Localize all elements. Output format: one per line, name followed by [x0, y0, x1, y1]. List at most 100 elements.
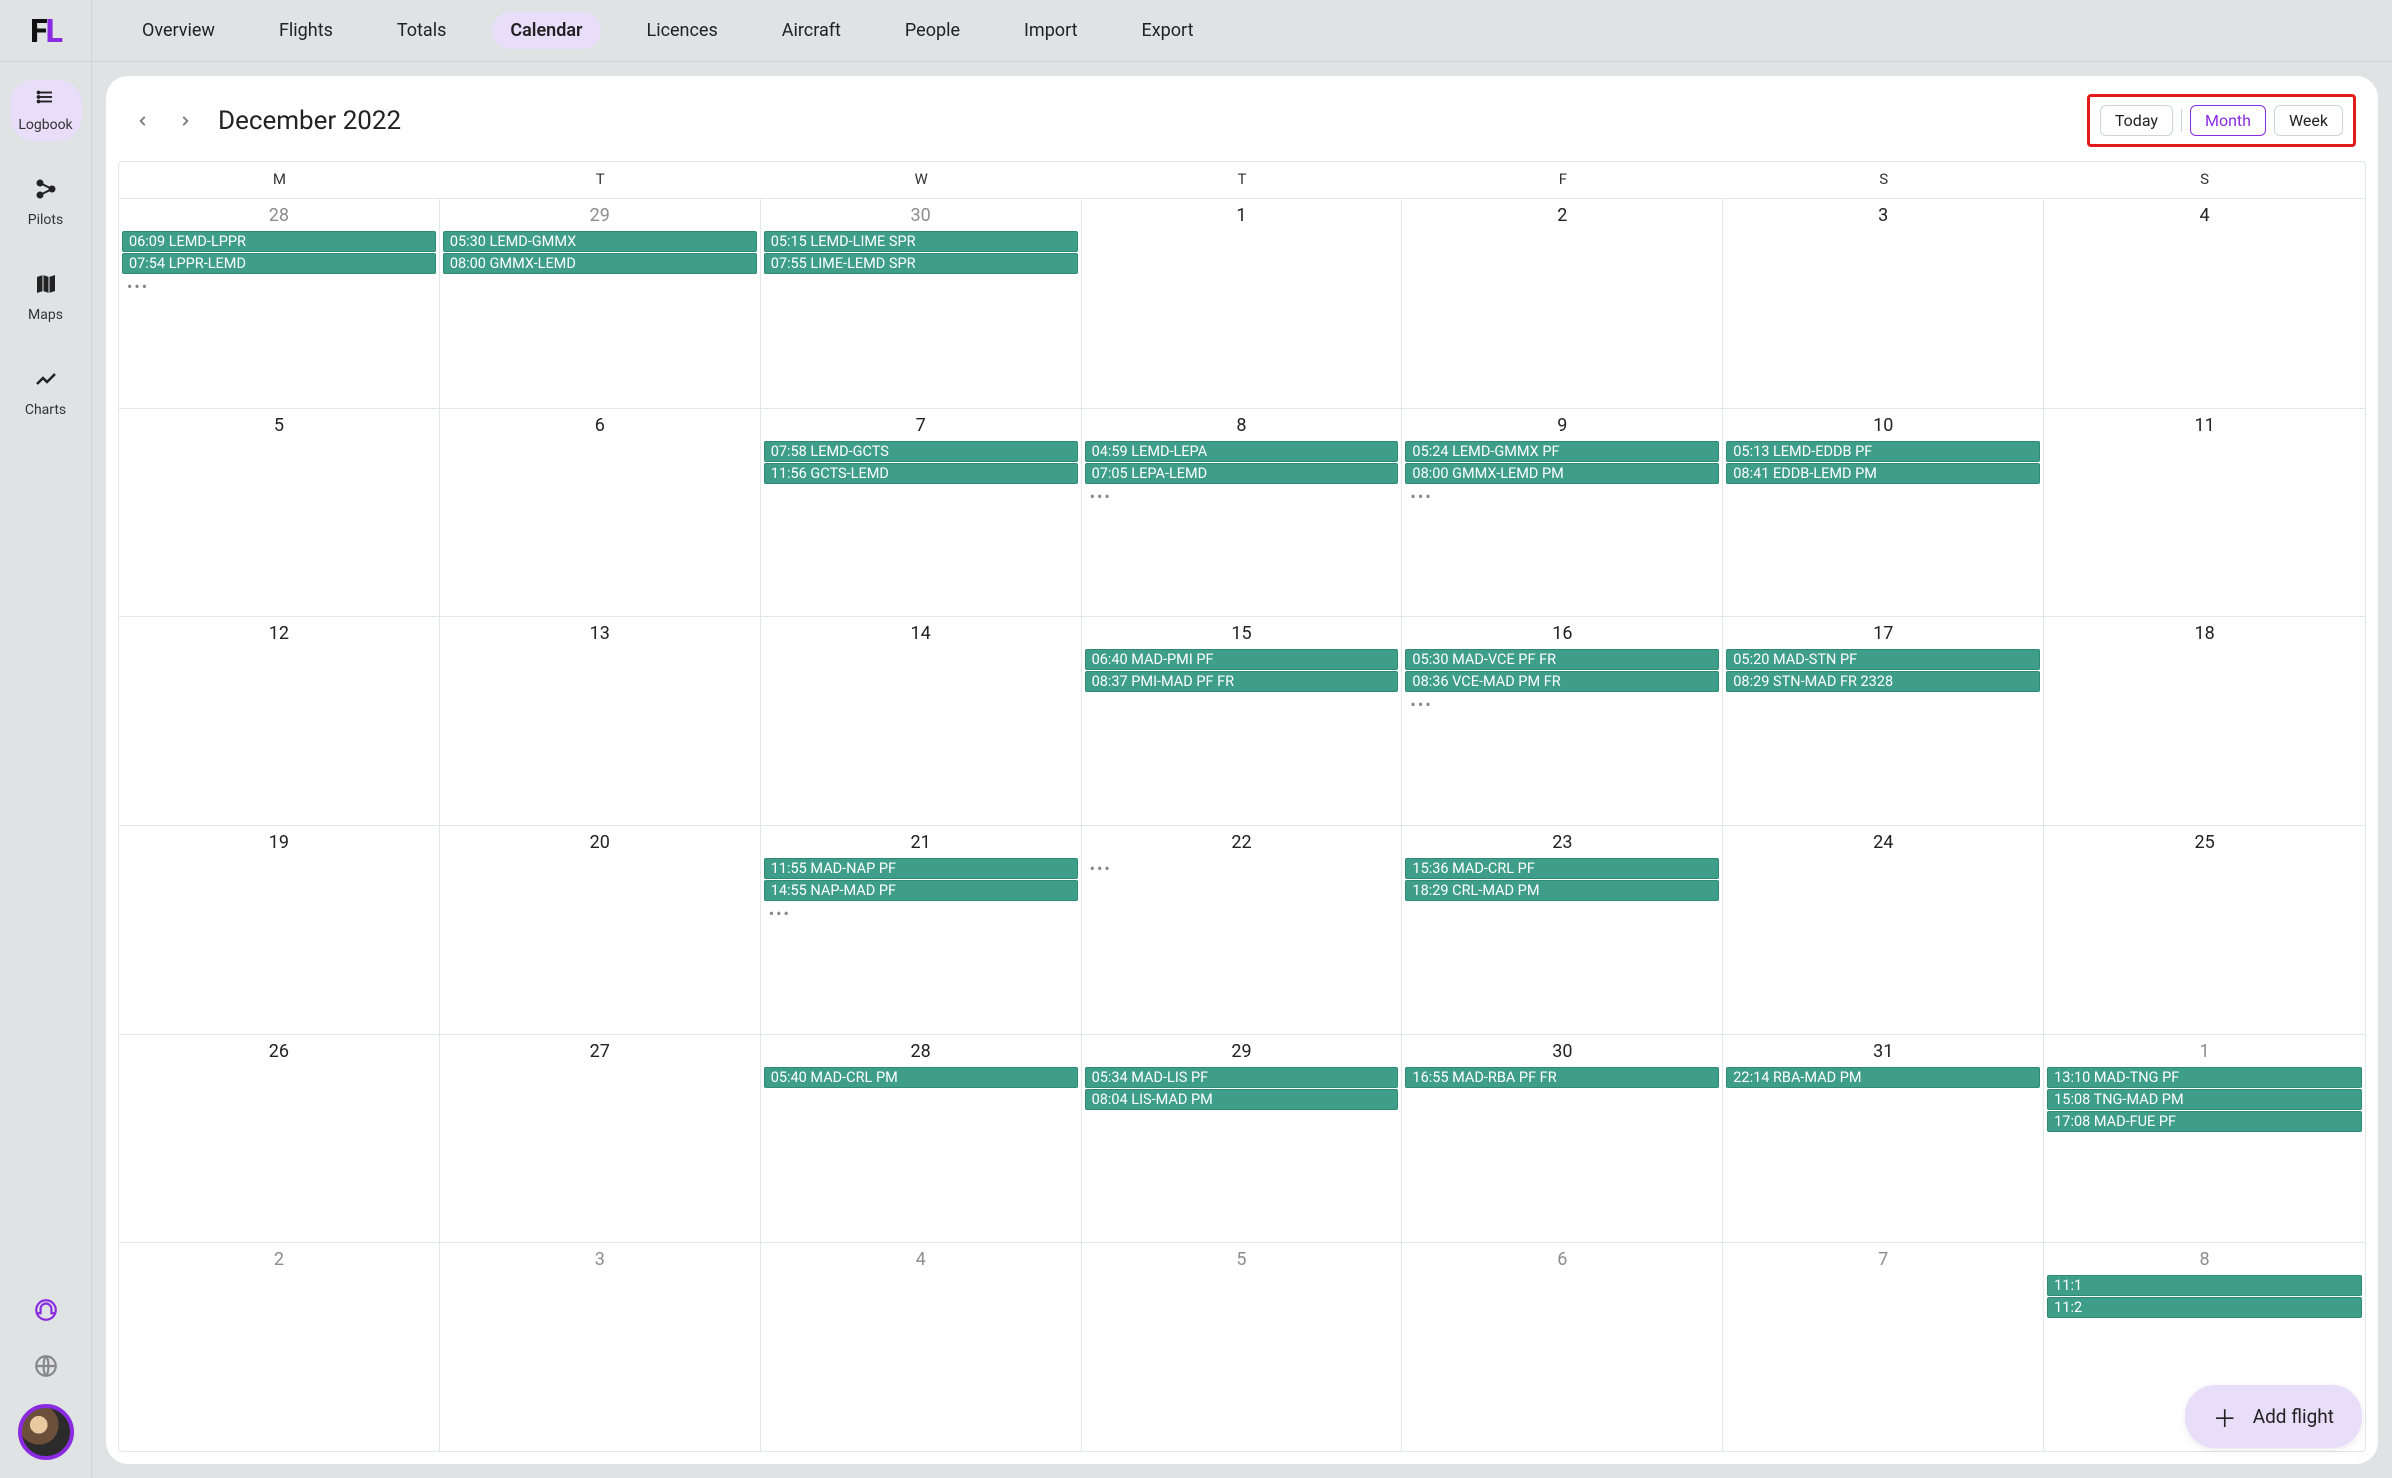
- day-cell[interactable]: 2806:09 LEMD-LPPR07:54 LPPR-LEMD•••: [119, 199, 440, 408]
- next-month-button[interactable]: [170, 106, 200, 136]
- day-cell[interactable]: 6: [440, 408, 761, 617]
- calendar-event[interactable]: 05:30 MAD-VCE PF FR: [1405, 649, 1719, 670]
- day-cell[interactable]: 22•••: [1082, 825, 1403, 1034]
- day-cell[interactable]: 19: [119, 825, 440, 1034]
- sidebar-item-pilots[interactable]: Pilots: [10, 169, 82, 236]
- day-cell[interactable]: 4: [2044, 199, 2365, 408]
- calendar-event[interactable]: 22:14 RBA-MAD PM: [1726, 1067, 2040, 1088]
- day-cell[interactable]: 1605:30 MAD-VCE PF FR08:36 VCE-MAD PM FR…: [1402, 616, 1723, 825]
- calendar-event[interactable]: 14:55 NAP-MAD PF: [764, 880, 1078, 901]
- calendar-event[interactable]: 11:2: [2047, 1297, 2362, 1318]
- day-cell[interactable]: 24: [1723, 825, 2044, 1034]
- calendar-event[interactable]: 06:09 LEMD-LPPR: [122, 231, 436, 252]
- add-flight-button[interactable]: ＋ Add flight: [2185, 1385, 2362, 1448]
- more-events-icon[interactable]: •••: [1404, 485, 1720, 508]
- avatar[interactable]: [18, 1404, 74, 1460]
- calendar-event[interactable]: 05:34 MAD-LIS PF: [1085, 1067, 1399, 1088]
- nav-item-licences[interactable]: Licences: [629, 12, 736, 49]
- globe-icon[interactable]: [28, 1348, 64, 1384]
- more-events-icon[interactable]: •••: [1404, 693, 1720, 716]
- nav-item-import[interactable]: Import: [1006, 12, 1095, 49]
- day-cell[interactable]: 1005:13 LEMD-EDDB PF08:41 EDDB-LEMD PM: [1723, 408, 2044, 617]
- day-cell[interactable]: 707:58 LEMD-GCTS11:56 GCTS-LEMD: [761, 408, 1082, 617]
- day-cell[interactable]: 1: [1082, 199, 1403, 408]
- logo[interactable]: FL: [0, 0, 92, 61]
- calendar-event[interactable]: 08:00 GMMX-LEMD: [443, 253, 757, 274]
- day-cell[interactable]: 11: [2044, 408, 2365, 617]
- calendar-event[interactable]: 05:30 LEMD-GMMX: [443, 231, 757, 252]
- sidebar-item-logbook[interactable]: Logbook: [10, 80, 82, 141]
- calendar-event[interactable]: 07:54 LPPR-LEMD: [122, 253, 436, 274]
- day-cell[interactable]: 3005:15 LEMD-LIME SPR07:55 LIME-LEMD SPR: [761, 199, 1082, 408]
- calendar-event[interactable]: 05:40 MAD-CRL PM: [764, 1067, 1078, 1088]
- more-events-icon[interactable]: •••: [121, 275, 437, 298]
- calendar-event[interactable]: 06:40 MAD-PMI PF: [1085, 649, 1399, 670]
- more-events-icon[interactable]: •••: [1084, 857, 1400, 880]
- calendar-event[interactable]: 08:04 LIS-MAD PM: [1085, 1089, 1399, 1110]
- calendar-event[interactable]: 07:05 LEPA-LEMD: [1085, 463, 1399, 484]
- day-cell[interactable]: 14: [761, 616, 1082, 825]
- calendar-event[interactable]: 07:58 LEMD-GCTS: [764, 441, 1078, 462]
- calendar-event[interactable]: 11:55 MAD-NAP PF: [764, 858, 1078, 879]
- calendar-event[interactable]: 15:08 TNG-MAD PM: [2047, 1089, 2362, 1110]
- sidebar-item-maps[interactable]: Maps: [10, 264, 82, 331]
- day-cell[interactable]: 2905:30 LEMD-GMMX08:00 GMMX-LEMD: [440, 199, 761, 408]
- day-cell[interactable]: 6: [1402, 1242, 1723, 1451]
- day-cell[interactable]: 27: [440, 1034, 761, 1243]
- day-cell[interactable]: 3: [1723, 199, 2044, 408]
- day-cell[interactable]: 26: [119, 1034, 440, 1243]
- support-icon[interactable]: [28, 1292, 64, 1328]
- day-cell[interactable]: 1705:20 MAD-STN PF08:29 STN-MAD FR 2328: [1723, 616, 2044, 825]
- calendar-event[interactable]: 05:15 LEMD-LIME SPR: [764, 231, 1078, 252]
- day-cell[interactable]: 5: [119, 408, 440, 617]
- day-cell[interactable]: 113:10 MAD-TNG PF15:08 TNG-MAD PM17:08 M…: [2044, 1034, 2365, 1243]
- calendar-event[interactable]: 08:37 PMI-MAD PF FR: [1085, 671, 1399, 692]
- today-button[interactable]: Today: [2100, 105, 2173, 136]
- calendar-event[interactable]: 05:13 LEMD-EDDB PF: [1726, 441, 2040, 462]
- day-cell[interactable]: 18: [2044, 616, 2365, 825]
- day-cell[interactable]: 25: [2044, 825, 2365, 1034]
- nav-item-flights[interactable]: Flights: [261, 12, 351, 49]
- calendar-event[interactable]: 13:10 MAD-TNG PF: [2047, 1067, 2362, 1088]
- calendar-event[interactable]: 17:08 MAD-FUE PF: [2047, 1111, 2362, 1132]
- day-cell[interactable]: 7: [1723, 1242, 2044, 1451]
- calendar-event[interactable]: 05:20 MAD-STN PF: [1726, 649, 2040, 670]
- nav-item-people[interactable]: People: [887, 12, 978, 49]
- day-cell[interactable]: 3122:14 RBA-MAD PM: [1723, 1034, 2044, 1243]
- calendar-event[interactable]: 16:55 MAD-RBA PF FR: [1405, 1067, 1719, 1088]
- more-events-icon[interactable]: •••: [1084, 485, 1400, 508]
- day-cell[interactable]: 3: [440, 1242, 761, 1451]
- day-cell[interactable]: 2: [1402, 199, 1723, 408]
- day-cell[interactable]: 2905:34 MAD-LIS PF08:04 LIS-MAD PM: [1082, 1034, 1403, 1243]
- sidebar-item-charts[interactable]: Charts: [10, 359, 82, 426]
- day-cell[interactable]: 2315:36 MAD-CRL PF18:29 CRL-MAD PM: [1402, 825, 1723, 1034]
- day-cell[interactable]: 13: [440, 616, 761, 825]
- day-cell[interactable]: 905:24 LEMD-GMMX PF08:00 GMMX-LEMD PM•••: [1402, 408, 1723, 617]
- calendar-event[interactable]: 05:24 LEMD-GMMX PF: [1405, 441, 1719, 462]
- day-cell[interactable]: 2111:55 MAD-NAP PF14:55 NAP-MAD PF•••: [761, 825, 1082, 1034]
- calendar-event[interactable]: 18:29 CRL-MAD PM: [1405, 880, 1719, 901]
- calendar-event[interactable]: 08:29 STN-MAD FR 2328: [1726, 671, 2040, 692]
- calendar-event[interactable]: 15:36 MAD-CRL PF: [1405, 858, 1719, 879]
- day-cell[interactable]: 12: [119, 616, 440, 825]
- day-cell[interactable]: 2805:40 MAD-CRL PM: [761, 1034, 1082, 1243]
- nav-item-totals[interactable]: Totals: [379, 12, 464, 49]
- day-cell[interactable]: 2: [119, 1242, 440, 1451]
- calendar-event[interactable]: 11:1: [2047, 1275, 2362, 1296]
- week-view-button[interactable]: Week: [2274, 105, 2343, 136]
- more-events-icon[interactable]: •••: [763, 902, 1079, 925]
- day-cell[interactable]: 4: [761, 1242, 1082, 1451]
- nav-item-export[interactable]: Export: [1124, 12, 1212, 49]
- calendar-event[interactable]: 08:00 GMMX-LEMD PM: [1405, 463, 1719, 484]
- calendar-event[interactable]: 08:41 EDDB-LEMD PM: [1726, 463, 2040, 484]
- calendar-event[interactable]: 08:36 VCE-MAD PM FR: [1405, 671, 1719, 692]
- calendar-event[interactable]: 07:55 LIME-LEMD SPR: [764, 253, 1078, 274]
- prev-month-button[interactable]: [128, 106, 158, 136]
- calendar-event[interactable]: 04:59 LEMD-LEPA: [1085, 441, 1399, 462]
- day-cell[interactable]: 20: [440, 825, 761, 1034]
- day-cell[interactable]: 804:59 LEMD-LEPA07:05 LEPA-LEMD•••: [1082, 408, 1403, 617]
- nav-item-overview[interactable]: Overview: [124, 12, 233, 49]
- day-cell[interactable]: 3016:55 MAD-RBA PF FR: [1402, 1034, 1723, 1243]
- nav-item-aircraft[interactable]: Aircraft: [764, 12, 859, 49]
- day-cell[interactable]: 1506:40 MAD-PMI PF08:37 PMI-MAD PF FR: [1082, 616, 1403, 825]
